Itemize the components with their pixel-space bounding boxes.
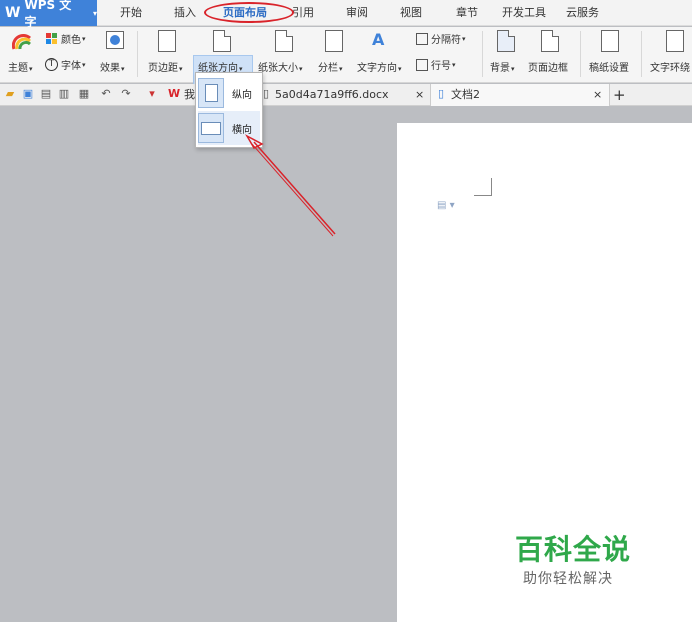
tab-cloud[interactable]: 云服务: [566, 0, 599, 26]
doc-tab-active-label: 文档2: [451, 88, 480, 101]
tab-references[interactable]: 引用: [292, 0, 314, 26]
ribbon-divider: [482, 31, 483, 77]
app-menu-button[interactable]: W WPS 文字 ▾: [0, 0, 97, 29]
font-circle-icon: T: [45, 58, 58, 71]
margin-icon: [158, 30, 176, 52]
close-tab-icon[interactable]: ×: [593, 84, 602, 106]
page-border-icon: [541, 30, 559, 52]
background-button[interactable]: 背景▾: [490, 59, 515, 74]
color-grid-icon: [46, 32, 57, 44]
color-button[interactable]: 颜色 ▾: [46, 31, 86, 46]
tab-developer[interactable]: 开发工具: [502, 0, 546, 26]
wps-logo-icon: W: [5, 5, 21, 21]
theme-button[interactable]: 主题▾: [8, 59, 33, 74]
separator-icon: [416, 32, 428, 45]
draft-setting-icon: [601, 30, 619, 52]
text-direction-button[interactable]: 文字方向▾: [357, 59, 402, 74]
orientation-dropdown: 纵向 横向: [195, 72, 263, 148]
save-as-icon[interactable]: ▤: [40, 88, 52, 100]
wps-tab-icon: W: [168, 87, 181, 100]
tab-view[interactable]: 视图: [400, 0, 422, 26]
columns-button[interactable]: 分栏▾: [318, 59, 343, 74]
save-icon[interactable]: ▣: [22, 88, 34, 100]
quick-access-bar: ▰ ▣ ▤ ▥ ▦ ↶ ↷ ▾ W 我 ▯ 5a0d4a71a9ff6.docx…: [0, 84, 692, 106]
close-tab-icon[interactable]: ×: [415, 84, 424, 106]
print-icon[interactable]: ▥: [58, 88, 70, 100]
effect-icon: [106, 31, 124, 49]
landscape-label: 横向: [232, 124, 252, 136]
orientation-icon: [213, 30, 231, 52]
ribbon: 主题▾ 颜色 ▾ T 字体 ▾ 效果▾ 页边距▾ 纸张方向▾ 纸张大小▾ 分栏▾ A…: [0, 27, 692, 99]
separator-button[interactable]: 分隔符 ▾: [416, 31, 466, 46]
open-folder-icon[interactable]: ▰: [4, 88, 16, 100]
font-button[interactable]: T 字体 ▾: [45, 57, 86, 72]
theme-icon: [11, 32, 32, 50]
line-number-button[interactable]: 行号 ▾: [416, 57, 456, 72]
effect-button[interactable]: 效果▾: [100, 59, 125, 74]
page-border-button[interactable]: 页面边框: [528, 59, 568, 74]
orientation-portrait-option[interactable]: 纵向: [198, 76, 260, 110]
landscape-icon: [198, 113, 224, 143]
ribbon-divider: [641, 31, 642, 77]
doc-tab-active[interactable]: ▯ 文档2 ×: [430, 84, 610, 106]
draft-setting-button[interactable]: 稿纸设置: [589, 59, 629, 74]
text-direction-icon: A: [372, 30, 385, 49]
undo-icon[interactable]: ↶: [100, 88, 112, 100]
app-title: WPS 文字: [24, 0, 72, 29]
tab-review[interactable]: 审阅: [346, 0, 368, 26]
paste-options-icon[interactable]: ▤ ▾: [437, 200, 455, 211]
portrait-icon: [198, 78, 224, 108]
ribbon-divider: [137, 31, 138, 77]
margin-corner-mark: [474, 178, 492, 196]
menu-bar: W WPS 文字 ▾ 开始 插入 页面布局 引用 审阅 视图 章节 开发工具 云…: [0, 0, 692, 29]
paper-size-button[interactable]: 纸张大小▾: [258, 59, 303, 74]
watermark-subtitle: 助你轻松解决: [523, 571, 613, 587]
doc-file-icon: ▯: [437, 87, 445, 100]
portrait-label: 纵向: [232, 89, 252, 101]
orientation-landscape-option[interactable]: 横向: [198, 111, 260, 145]
paper-size-icon: [275, 30, 293, 52]
text-wrap-button[interactable]: 文字环绕: [650, 59, 690, 74]
margin-button[interactable]: 页边距▾: [148, 59, 183, 74]
doc-tab-file[interactable]: 5a0d4a71a9ff6.docx: [275, 84, 389, 106]
background-icon: [497, 30, 515, 52]
columns-icon: [325, 30, 343, 52]
line-number-icon: [416, 58, 428, 71]
tab-home[interactable]: 开始: [120, 0, 142, 26]
watermark-title: 百科全说: [515, 533, 632, 566]
tab-chapter[interactable]: 章节: [456, 0, 478, 26]
text-wrap-icon: [666, 30, 684, 52]
ribbon-divider: [580, 31, 581, 77]
tab-insert[interactable]: 插入: [174, 0, 196, 26]
new-tab-icon[interactable]: +: [613, 84, 626, 106]
print-preview-icon[interactable]: ▦: [78, 88, 90, 100]
annotation-circle: [204, 2, 294, 23]
redo-icon[interactable]: ↷: [120, 88, 132, 100]
chevron-down-icon: ▾: [92, 8, 97, 18]
customize-icon[interactable]: ▾: [146, 88, 158, 100]
doc-tab-partial[interactable]: 我: [184, 84, 195, 106]
